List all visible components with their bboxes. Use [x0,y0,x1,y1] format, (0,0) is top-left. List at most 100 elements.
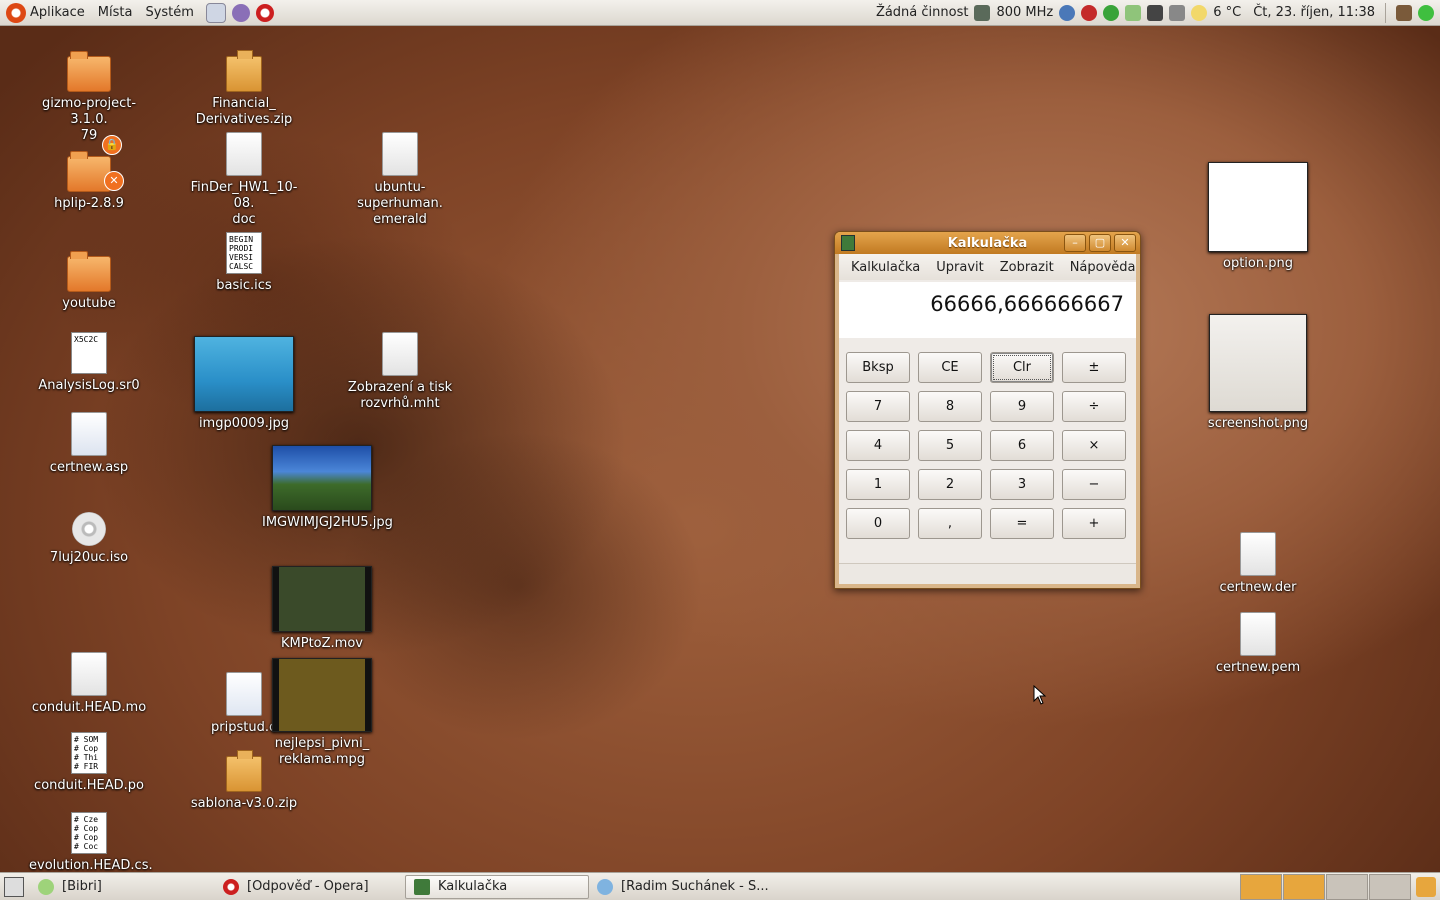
desktop-icon-financial[interactable]: Financial_ Derivatives.zip [184,50,304,128]
mail-launcher-icon[interactable] [205,2,226,23]
desktop-icon-certnew-asp[interactable]: certnew.asp [29,412,149,476]
key-subtract[interactable]: − [1062,469,1126,500]
key-equals[interactable]: = [990,508,1054,539]
activity-status[interactable]: Žádná činnost [876,5,969,20]
opera-launcher-icon[interactable] [255,3,274,22]
icon-label: evolution.HEAD.cs. [29,858,153,872]
task-opera[interactable]: [Odpověď - Opera] [215,875,405,899]
workspace-1[interactable] [1240,873,1282,900]
workspace-3[interactable] [1326,873,1368,900]
chat-window-icon [597,878,613,895]
task-radim[interactable]: [Radim Suchánek - S... [589,875,819,899]
desktop-icon-iso[interactable]: 7luj20uc.iso [29,512,149,566]
key-9[interactable]: 9 [990,391,1054,422]
workspace-switcher [1240,873,1440,900]
desktop-icon-conduit-mo[interactable]: conduit.HEAD.mo [29,652,149,716]
key-4[interactable]: 4 [846,430,910,461]
desktop-icon-certnew-pem[interactable]: certnew.pem [1198,612,1318,676]
task-calculator[interactable]: Kalkulačka [405,874,589,899]
check-icon[interactable] [1103,4,1120,21]
text-file-icon: # Cze # Cop # Cop # Coc [71,812,107,854]
desktop[interactable]: gizmo-project-3.1.0. 79 🔒 ✕ hplip-2.8.9 … [0,26,1440,872]
maximize-button[interactable]: ▢ [1089,234,1111,252]
desktop-icon-youtube[interactable]: youtube [29,251,149,312]
image-thumbnail [194,336,294,412]
menu-system[interactable]: Systém [141,0,202,26]
key-8[interactable]: 8 [918,391,982,422]
calculator-display[interactable]: 66666,666666667 [839,282,1136,338]
desktop-icon-screenshot-png[interactable]: screenshot.png [1198,314,1318,432]
ubuntu-logo-icon[interactable] [6,2,26,23]
key-decimal[interactable]: , [918,508,982,539]
task-label: [Bibri] [62,879,102,894]
cpu-frequency[interactable]: 800 MHz [996,5,1053,20]
key-6[interactable]: 6 [990,430,1054,461]
close-button[interactable]: ✕ [1114,234,1136,252]
key-1[interactable]: 1 [846,469,910,500]
panel-separator [1385,2,1386,23]
key-3[interactable]: 3 [990,469,1054,500]
desktop-icon-basic-ics[interactable]: BEGIN PRODI VERSI CALSC basic.ics [184,232,304,294]
icon-label: certnew.der [1219,580,1297,595]
menu-help[interactable]: Nápověda [1062,260,1144,275]
window-titlebar[interactable]: Kalkulačka – ▢ ✕ [835,232,1140,254]
text-file-icon [1240,532,1276,576]
desktop-icon-zobrazeni[interactable]: Zobrazení a tisk rozvrhů.mht [340,332,460,412]
key-7[interactable]: 7 [846,391,910,422]
desktop-icon-certnew-der[interactable]: certnew.der [1198,532,1318,596]
weather-icon [1191,4,1208,21]
desktop-icon-imgwimjgj[interactable]: IMGWIMJGJ2HU5.jpg [262,445,393,531]
key-clear[interactable]: Clr [990,352,1054,383]
weather-temp[interactable]: 6 °C [1213,5,1241,20]
volume-icon[interactable] [1169,4,1186,21]
key-add[interactable]: + [1062,508,1126,539]
clock[interactable]: Čt, 23. říjen, 11:38 [1253,5,1375,20]
desktop-icon-gizmo[interactable]: gizmo-project-3.1.0. 79 [29,51,149,144]
menu-view[interactable]: Zobrazit [992,260,1062,275]
key-backspace[interactable]: Bksp [846,352,910,383]
desktop-icon-hplip[interactable]: 🔒 ✕ hplip-2.8.9 [29,135,149,212]
user-switcher-icon[interactable] [1396,4,1412,21]
update-icon[interactable] [1081,4,1098,21]
key-plus-minus[interactable]: ± [1062,352,1126,383]
icon-label: sablona-v3.0.zip [190,796,298,811]
calculator-window[interactable]: Kalkulačka – ▢ ✕ Kalkulačka Upravit Zobr… [834,231,1141,589]
key-clear-entry[interactable]: CE [918,352,982,383]
text-file-icon [382,332,418,376]
menu-places[interactable]: Místa [94,0,142,26]
icon-label: conduit.HEAD.po [34,778,144,793]
desktop-icon-option-png[interactable]: option.png [1198,162,1318,272]
key-divide[interactable]: ÷ [1062,391,1126,422]
desktop-icon-ubuntu-superhuman[interactable]: ubuntu-superhuman. emerald [340,132,460,228]
desktop-icon-evolution[interactable]: # Cze # Cop # Cop # Coc evolution.HEAD.c… [29,812,153,872]
desktop-icon-conduit-po[interactable]: # SOM # Cop # Thi # FIR conduit.HEAD.po [29,732,149,794]
display-icon[interactable] [1147,4,1164,21]
desktop-icon-nejlepsi[interactable]: nejlepsi_pivni_ reklama.mpg [262,658,382,768]
key-0[interactable]: 0 [846,508,910,539]
chat-status-icon[interactable] [1125,4,1142,21]
icon-label: option.png [1223,256,1293,271]
text-file-icon: X5C2C [71,332,107,374]
show-desktop-icon[interactable] [4,876,24,897]
workspace-4[interactable] [1369,873,1411,900]
minimize-button[interactable]: – [1064,234,1086,252]
menu-edit[interactable]: Upravit [928,260,991,275]
status-online-icon[interactable] [1418,4,1434,21]
key-2[interactable]: 2 [918,469,982,500]
desktop-icon-finder[interactable]: FinDer_HW1_10-08. doc [184,132,304,228]
menu-calculator[interactable]: Kalkulačka [843,260,928,275]
desktop-icon-kmptoz[interactable]: KMPtoZ.mov [262,566,382,652]
pidgin-launcher-icon[interactable] [231,3,250,22]
task-bibri[interactable]: [Bibri] [30,875,215,899]
mouse-cursor-icon [1033,685,1047,705]
workspace-2[interactable] [1283,873,1325,900]
desktop-icon-analysislog[interactable]: X5C2C AnalysisLog.sr0 [29,332,149,394]
document-icon [226,672,262,716]
key-multiply[interactable]: × [1062,430,1126,461]
text-file-icon: BEGIN PRODI VERSI CALSC [226,232,262,274]
menu-applications[interactable]: Aplikace [26,0,94,26]
trash-icon[interactable] [1416,876,1436,897]
network-icon[interactable] [1059,4,1076,21]
desktop-icon-imgp0009[interactable]: imgp0009.jpg [184,336,304,432]
key-5[interactable]: 5 [918,430,982,461]
